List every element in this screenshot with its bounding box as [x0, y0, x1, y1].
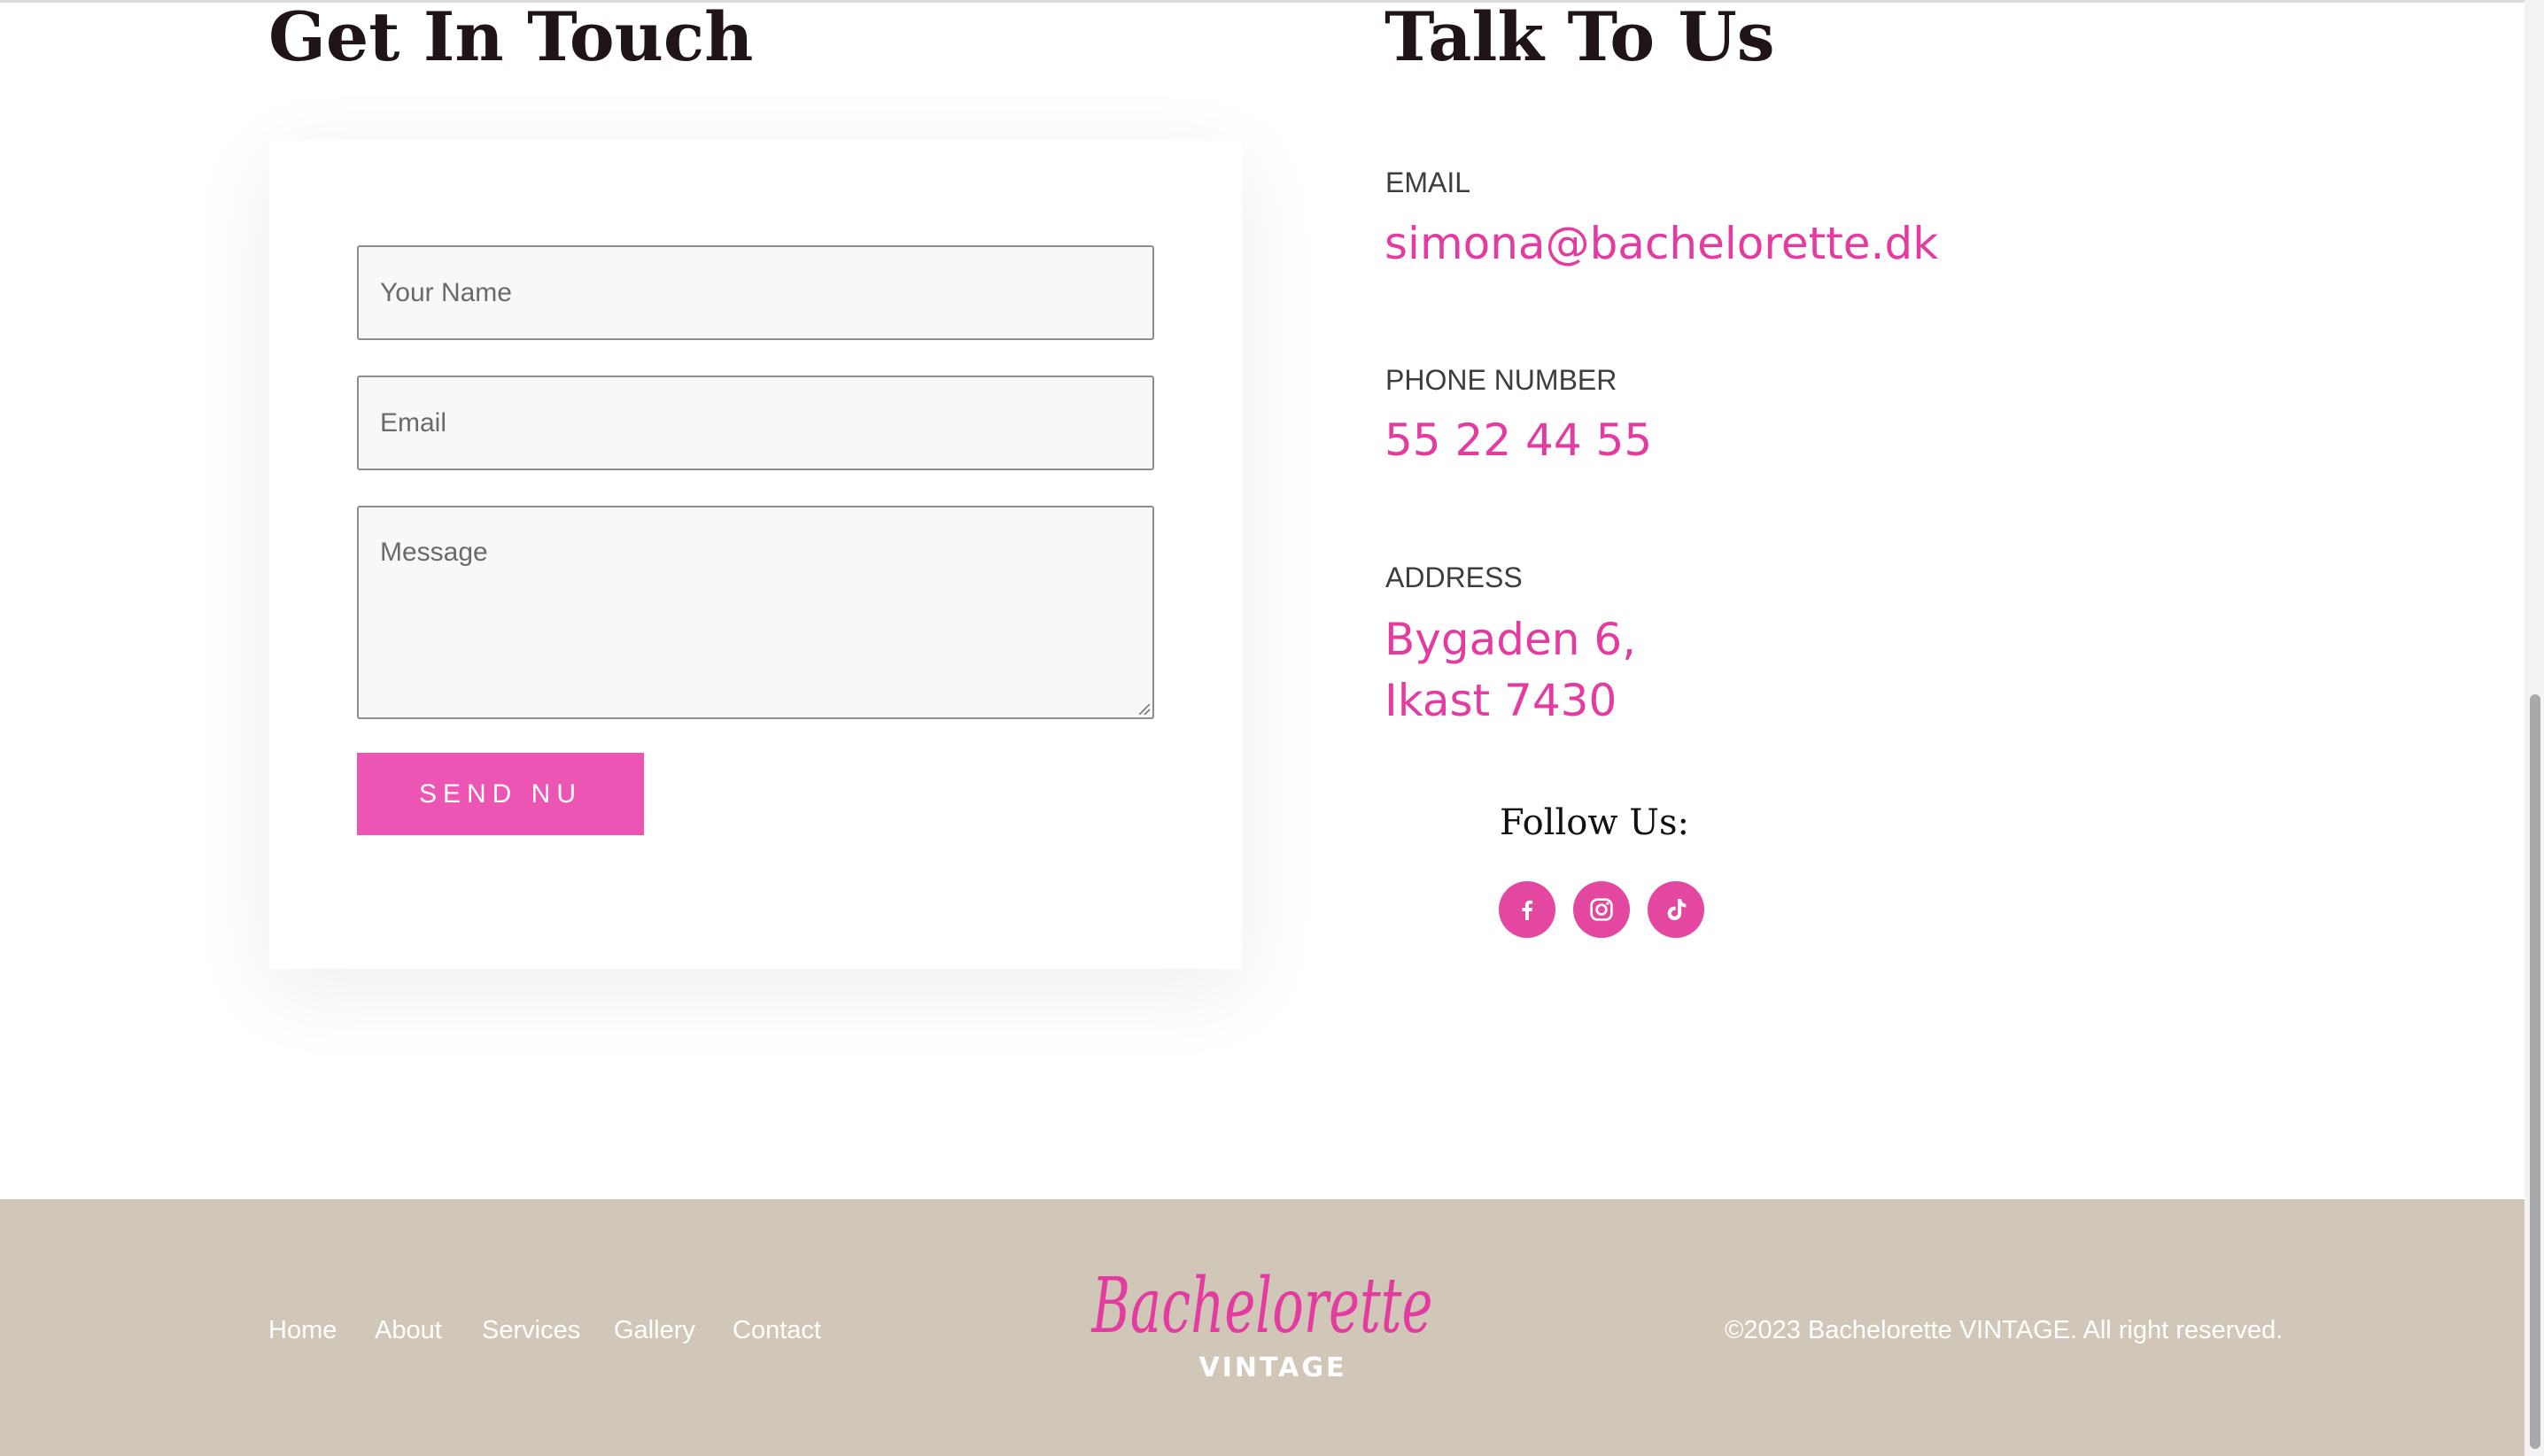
- tiktok-icon: [1667, 899, 1687, 921]
- email-link[interactable]: simona@bachelorette.dk: [1384, 213, 1938, 275]
- contact-form-card: SEND NU: [269, 140, 1242, 969]
- footer-nav-services[interactable]: Services: [482, 1316, 580, 1345]
- email-label: EMAIL: [1385, 167, 1471, 198]
- logo-script-text: Bachelorette: [1090, 1262, 1432, 1351]
- instagram-icon: [1590, 898, 1613, 921]
- site-footer: Home About Services Gallery Contact Bach…: [0, 1199, 2525, 1456]
- bachelorette-vintage-logo[interactable]: Bachelorette VINTAGE: [1085, 1243, 1444, 1394]
- phone-link[interactable]: 55 22 44 55: [1384, 409, 1652, 471]
- send-button[interactable]: SEND NU: [357, 753, 644, 835]
- follow-us-title: Follow Us:: [1500, 802, 1689, 843]
- footer-nav-contact[interactable]: Contact: [733, 1316, 821, 1345]
- talk-to-us-heading: Talk To Us: [1384, 0, 1775, 76]
- facebook-icon: [1522, 900, 1533, 920]
- phone-label: PHONE NUMBER: [1385, 364, 1617, 396]
- address-label: ADDRESS: [1385, 561, 1523, 593]
- copyright-text: ©2023 Bachelorette VINTAGE. All right re…: [1725, 1316, 2284, 1344]
- email-input[interactable]: [357, 376, 1154, 470]
- address-line-1: Bygaden 6,: [1384, 614, 1637, 665]
- instagram-button[interactable]: [1573, 881, 1630, 938]
- scrollbar-thumb[interactable]: [2530, 694, 2540, 1449]
- message-textarea[interactable]: [357, 506, 1154, 719]
- textarea-resize-handle[interactable]: [1139, 704, 1150, 715]
- footer-nav-home[interactable]: Home: [268, 1316, 337, 1345]
- logo-sub-text: VINTAGE: [1199, 1352, 1347, 1383]
- footer-nav-about[interactable]: About: [375, 1316, 442, 1345]
- facebook-button[interactable]: [1499, 881, 1555, 938]
- footer-nav-gallery[interactable]: Gallery: [614, 1316, 695, 1345]
- address-line-2: Ikast 7430: [1384, 675, 1617, 726]
- name-input[interactable]: [357, 245, 1154, 340]
- tiktok-button[interactable]: [1648, 881, 1704, 938]
- get-in-touch-heading: Get In Touch: [268, 0, 754, 76]
